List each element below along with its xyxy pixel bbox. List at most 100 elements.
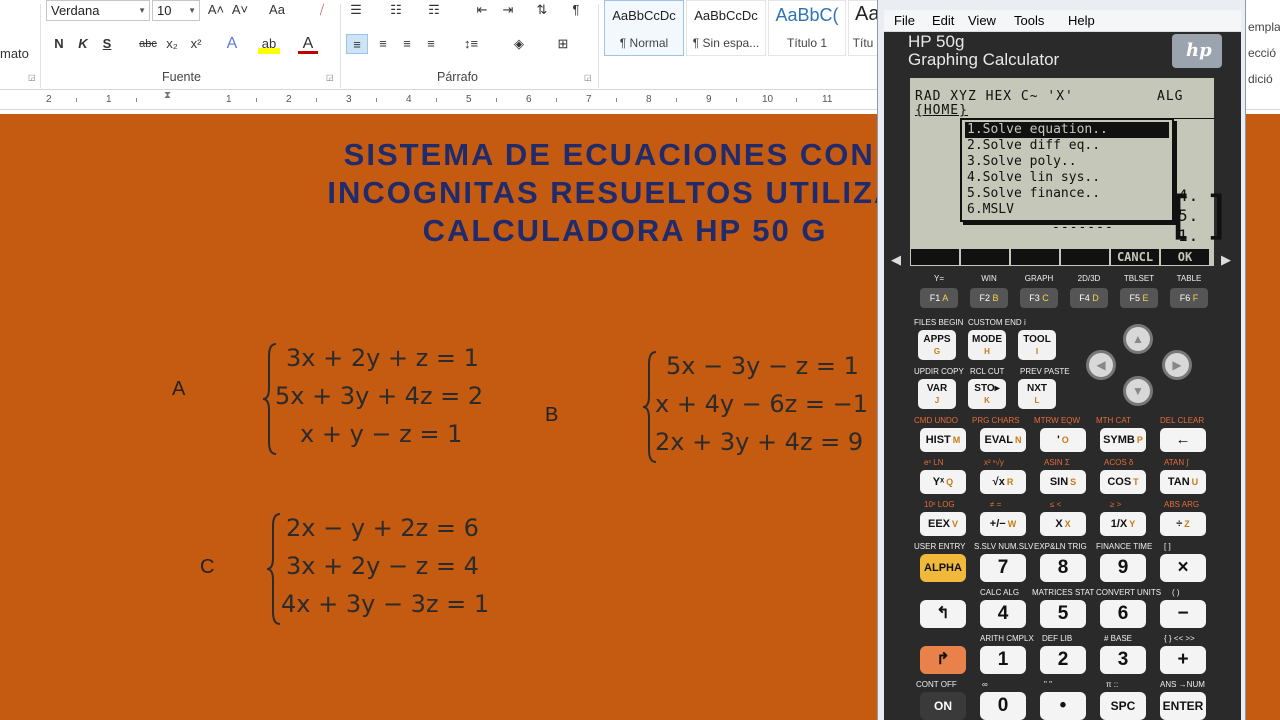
menu-tools[interactable]: Tools [1014, 13, 1044, 28]
subscript-button[interactable]: x₂ [162, 34, 182, 54]
font-color-button[interactable]: A [298, 34, 318, 54]
digit-3-key[interactable]: 3 [1100, 646, 1146, 674]
cos-key[interactable]: COS T [1100, 470, 1146, 494]
menu-view[interactable]: View [968, 13, 996, 28]
indent-marker-icon[interactable]: ⧗ [164, 90, 171, 101]
eval-key[interactable]: EVAL N [980, 428, 1026, 452]
line-spacing-icon[interactable]: ↕≡ [456, 34, 486, 54]
highlight-button[interactable]: ab [258, 34, 280, 54]
softkey-1[interactable] [911, 249, 959, 265]
dialog-launcher-icon[interactable]: ◲ [326, 73, 334, 82]
right-arrow-icon[interactable]: ▶ [1162, 350, 1192, 380]
digit-6-key[interactable]: 6 [1100, 600, 1146, 628]
menu-file[interactable]: File [894, 13, 915, 28]
f4-key[interactable]: F4 D [1070, 288, 1108, 308]
shading-icon[interactable]: ◈ [504, 34, 534, 54]
dialog-launcher-icon[interactable]: ◲ [584, 73, 592, 82]
tool-key[interactable]: TOOL I [1018, 330, 1056, 360]
power-key[interactable]: Yˣ Q [920, 470, 966, 494]
digit-0-key[interactable]: 0 [980, 692, 1026, 720]
borders-icon[interactable]: ⊞ [548, 34, 578, 54]
menu-item-mslv[interactable]: 6.MSLV [965, 202, 1169, 218]
softkey-4[interactable] [1061, 249, 1109, 265]
align-center-icon[interactable]: ≡ [372, 34, 394, 54]
menu-edit[interactable]: Edit [932, 13, 954, 28]
digit-4-key[interactable]: 4 [980, 600, 1026, 628]
tan-key[interactable]: TAN U [1160, 470, 1206, 494]
style-heading-1[interactable]: AaBbC( Título 1 [768, 0, 846, 56]
align-right-icon[interactable]: ≡ [396, 34, 418, 54]
f3-key[interactable]: F3 C [1020, 288, 1058, 308]
show-marks-button[interactable]: ¶ [566, 0, 586, 20]
softkey-ok[interactable]: OK [1161, 249, 1209, 265]
left-arrow-icon[interactable]: ◀ [1086, 350, 1116, 380]
text-effects-button[interactable]: A [222, 34, 242, 54]
underline-button[interactable]: S [98, 34, 116, 54]
mode-key[interactable]: MODE H [968, 330, 1006, 360]
f5-key[interactable]: F5 E [1120, 288, 1158, 308]
clear-format-button[interactable]: ⧸ [312, 0, 332, 20]
strikethrough-button[interactable]: abc [136, 34, 160, 54]
sin-key[interactable]: SIN S [1040, 470, 1086, 494]
down-arrow-icon[interactable]: ▼ [1123, 376, 1153, 406]
digit-7-key[interactable]: 7 [980, 554, 1026, 582]
align-left-icon[interactable]: ≡ [346, 34, 368, 54]
apps-key[interactable]: APPS G [918, 330, 956, 360]
var-key[interactable]: VAR J [918, 379, 956, 409]
scroll-left-icon[interactable]: ◀ [891, 252, 901, 268]
space-key[interactable]: SPC [1100, 692, 1146, 720]
italic-button[interactable]: K [74, 34, 92, 54]
menu-item-solve-finance[interactable]: 5.Solve finance.. [965, 186, 1169, 202]
softkey-3[interactable] [1011, 249, 1059, 265]
emulator-window[interactable]: File Edit View Tools Help HP 50g Graphin… [877, 0, 1246, 720]
dialog-launcher-icon[interactable]: ◲ [28, 73, 36, 82]
right-shift-key[interactable]: ↱ [920, 646, 966, 674]
x-key[interactable]: XX [1040, 512, 1086, 536]
up-arrow-icon[interactable]: ▲ [1123, 324, 1153, 354]
alpha-key[interactable]: ALPHA [920, 554, 966, 582]
digit-8-key[interactable]: 8 [1040, 554, 1086, 582]
digit-5-key[interactable]: 5 [1040, 600, 1086, 628]
sort-icon[interactable]: ⇅ [532, 0, 552, 20]
backspace-key[interactable]: ← [1160, 428, 1206, 452]
style-heading-2[interactable]: Aa Títu [848, 0, 878, 56]
left-shift-key[interactable]: ↰ [920, 600, 966, 628]
digit-1-key[interactable]: 1 [980, 646, 1026, 674]
sqrt-key[interactable]: √x R [980, 470, 1026, 494]
hist-key[interactable]: HIST M [920, 428, 966, 452]
quote-key[interactable]: ' O [1040, 428, 1086, 452]
bold-button[interactable]: N [50, 34, 68, 54]
menu-help[interactable]: Help [1068, 13, 1095, 28]
eex-key[interactable]: EEX V [920, 512, 966, 536]
softkey-cancel[interactable]: CANCL [1111, 249, 1159, 265]
grow-font-button[interactable]: A˄ [206, 0, 226, 20]
multiply-key[interactable]: × [1160, 554, 1206, 582]
justify-icon[interactable]: ≡ [420, 34, 442, 54]
numbering-icon[interactable]: ☷ [386, 0, 406, 20]
menu-item-solve-poly[interactable]: 3.Solve poly.. [965, 154, 1169, 170]
menu-item-solve-diff-eq[interactable]: 2.Solve diff eq.. [965, 138, 1169, 154]
f1-key[interactable]: F1 A [920, 288, 958, 308]
on-key[interactable]: ON [920, 692, 966, 720]
f2-key[interactable]: F2 B [970, 288, 1008, 308]
shrink-font-button[interactable]: A˅ [230, 0, 250, 20]
minus-key[interactable]: − [1160, 600, 1206, 628]
negate-key[interactable]: +/− W [980, 512, 1026, 536]
softkey-2[interactable] [961, 249, 1009, 265]
menu-item-solve-lin-sys[interactable]: 4.Solve lin sys.. [965, 170, 1169, 186]
font-size-combo[interactable]: 10 ▼ [152, 0, 200, 21]
nxt-key[interactable]: NXT L [1018, 379, 1056, 409]
multilevel-list-icon[interactable]: ☶ [424, 0, 444, 20]
reciprocal-key[interactable]: 1/X Y [1100, 512, 1146, 536]
menu-item-solve-equation[interactable]: 1.Solve equation.. [965, 122, 1169, 138]
solve-menu-popup[interactable]: 1.Solve equation.. 2.Solve diff eq.. 3.S… [960, 118, 1174, 222]
bullets-icon[interactable]: ☰ [346, 0, 366, 20]
style-no-spacing[interactable]: AaBbCcDc ¶ Sin espa... [686, 0, 766, 56]
digit-2-key[interactable]: 2 [1040, 646, 1086, 674]
symb-key[interactable]: SYMB P [1100, 428, 1146, 452]
decrease-indent-icon[interactable]: ⇤ [472, 0, 492, 20]
sto-key[interactable]: STO▸ K [968, 379, 1006, 409]
decimal-point-key[interactable]: • [1040, 692, 1086, 720]
scroll-right-icon[interactable]: ▶ [1221, 252, 1231, 268]
increase-indent-icon[interactable]: ⇥ [498, 0, 518, 20]
